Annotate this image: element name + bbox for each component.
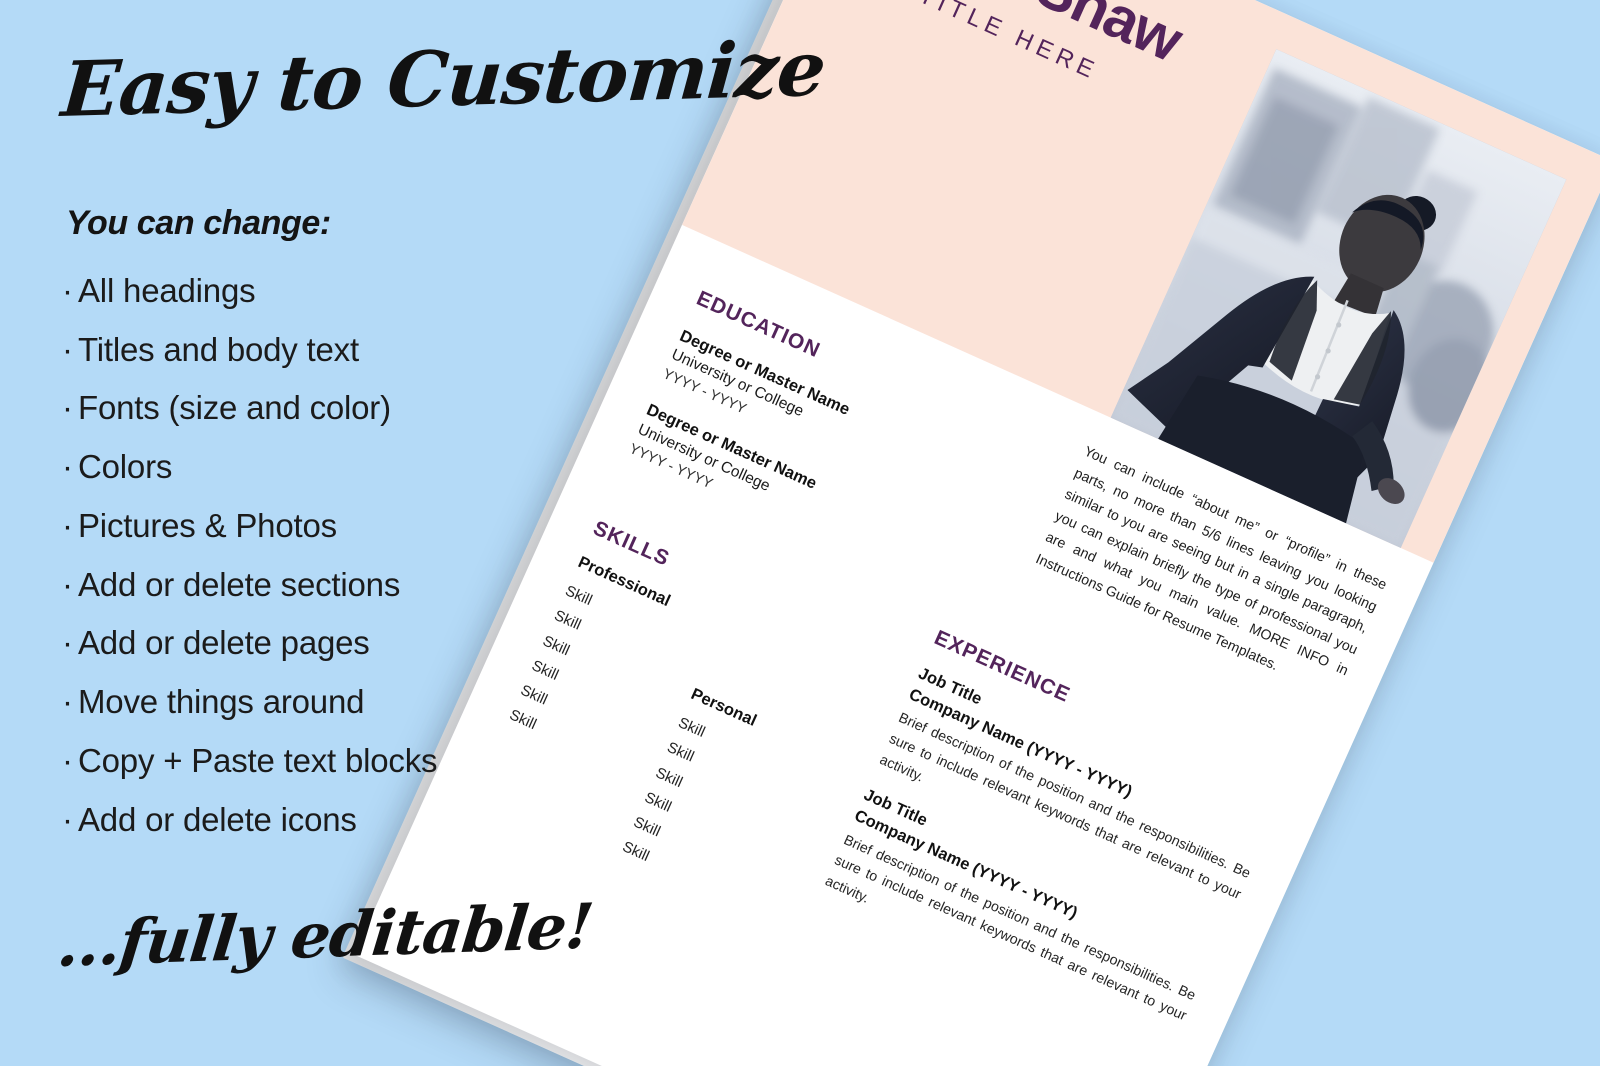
bullet-dot-icon: · [62,448,73,486]
list-item: · Add or delete pages [62,614,662,673]
list-item-label: Titles and body text [78,330,359,368]
bullet-dot-icon: · [62,565,73,603]
bullet-dot-icon: · [62,506,73,544]
bullet-dot-icon: · [62,683,73,721]
list-item: · Pictures & Photos [62,497,662,556]
list-item: · Add or delete sections [62,556,662,615]
promo-title: Easy to Customize [58,23,829,134]
list-item-label: Fonts (size and color) [78,389,391,427]
bullet-dot-icon: · [62,272,73,309]
list-item: · Fonts (size and color) [62,379,662,438]
list-item: · All headings [62,262,662,321]
promo-footer-text: ...fully editable! [54,889,597,981]
list-item: · Colors [62,438,662,497]
promo-subtitle: You can change: [66,204,331,242]
list-item-label: Colors [78,448,173,486]
list-item-label: Copy + Paste text blocks [78,741,438,779]
list-item: · Titles and body text [62,321,662,380]
list-item-label: Add or delete sections [78,565,401,603]
list-item: · Copy + Paste text blocks [62,732,662,791]
promo-panel: Easy to Customize You can change: · All h… [0,0,829,1066]
promo-feature-list: · All headings · Titles and body text · Fon… [62,262,662,849]
bullet-dot-icon: · [62,800,73,838]
bullet-dot-icon: · [62,741,73,779]
list-item-label: Add or delete icons [78,800,357,838]
bullet-dot-icon: · [62,330,73,368]
list-item: · Add or delete icons [62,791,662,850]
list-item-label: Pictures & Photos [78,506,337,544]
list-item-label: Add or delete pages [78,624,370,662]
list-item-label: All headings [78,272,256,309]
bullet-dot-icon: · [62,389,73,427]
list-item-label: Move things around [78,683,365,721]
list-item: · Move things around [62,673,662,732]
bullet-dot-icon: · [62,624,73,662]
